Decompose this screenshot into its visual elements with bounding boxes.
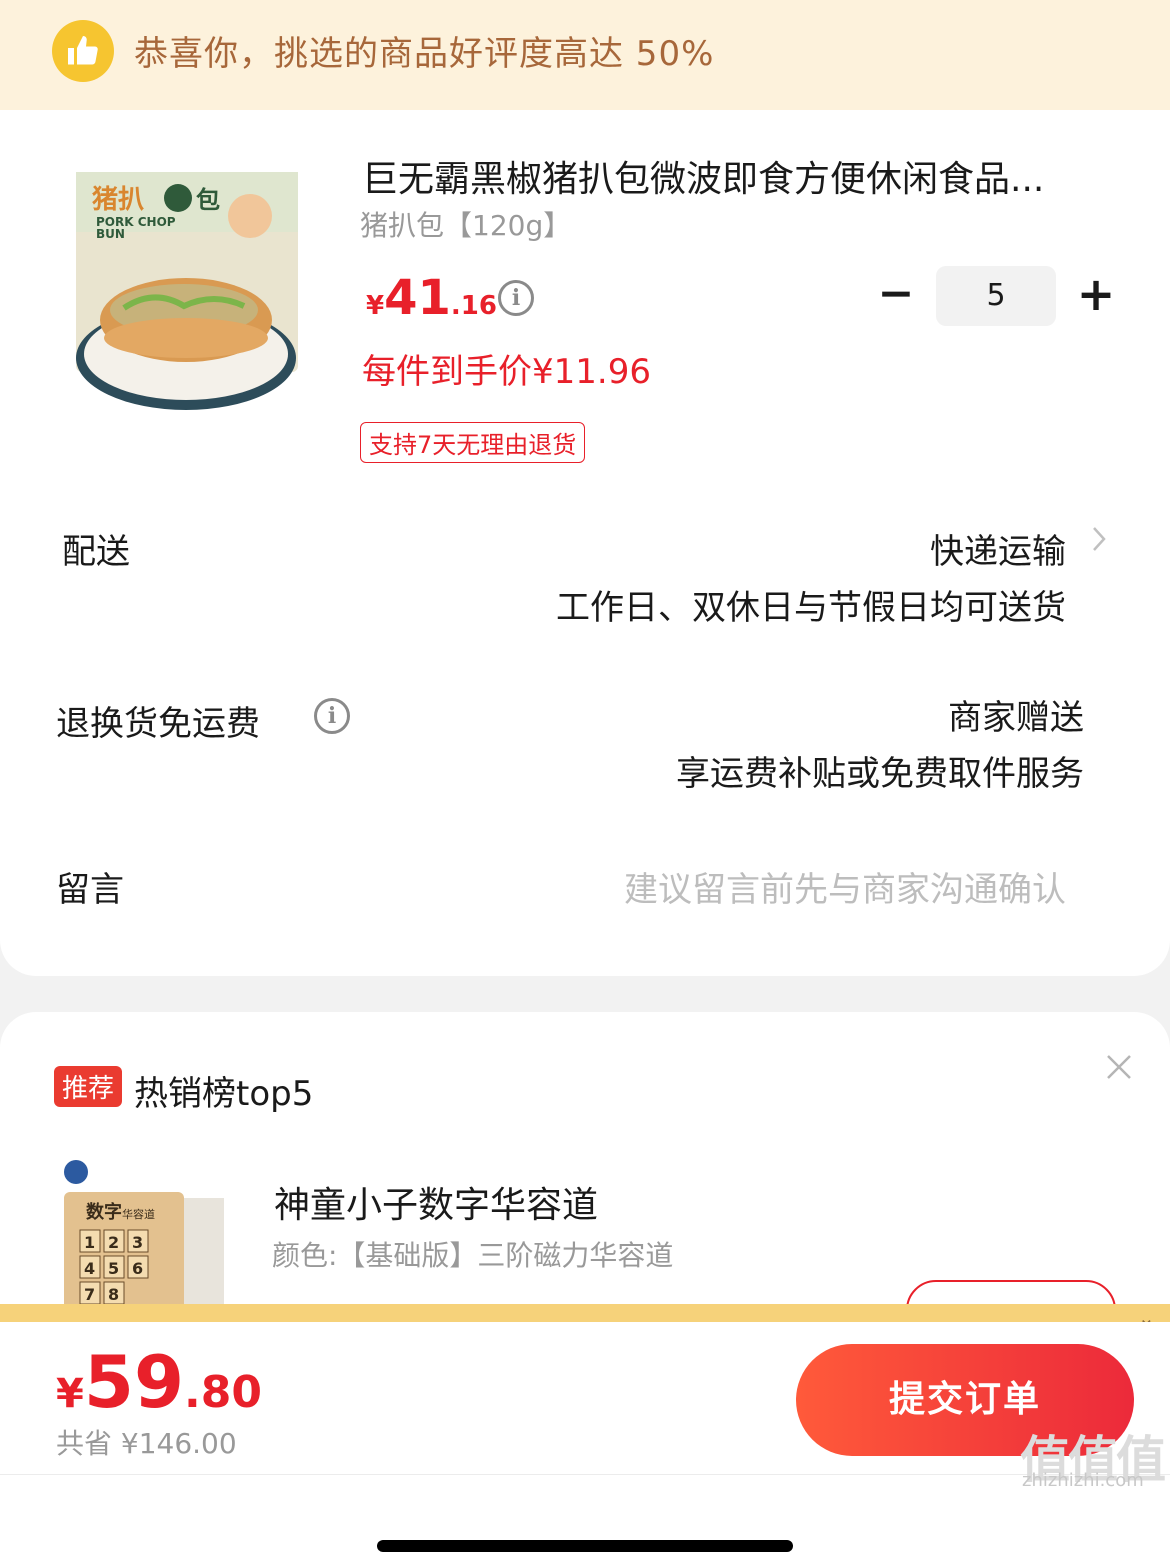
- svg-text:1: 1: [84, 1233, 95, 1252]
- svg-text:猪扒: 猪扒: [92, 185, 144, 215]
- svg-text:2: 2: [108, 1233, 119, 1252]
- svg-text:5: 5: [108, 1259, 119, 1278]
- delivery-label: 配送: [62, 532, 130, 572]
- recommend-title: 热销榜top5: [134, 1074, 314, 1114]
- watermark-text: zhizhizhi.com: [1022, 1470, 1144, 1491]
- home-indicator[interactable]: [377, 1540, 793, 1552]
- product-spec[interactable]: 猪扒包【120g】: [360, 204, 571, 244]
- divider: [0, 1474, 1170, 1475]
- banner-text: 恭喜你，挑选的商品好评度高达 50%: [134, 34, 715, 74]
- message-label: 留言: [56, 870, 124, 910]
- svg-text:BUN: BUN: [96, 227, 125, 241]
- checkout-bar: ¥59.80 共省 ¥146.00 提交订单 值值值 zhizhizhi.com: [0, 1322, 1170, 1560]
- message-input[interactable]: 建议留言前先与商家沟通确认: [624, 862, 1066, 911]
- svg-text:4: 4: [84, 1259, 95, 1278]
- chevron-right-icon[interactable]: [1090, 524, 1108, 554]
- svg-text:华容道: 华容道: [122, 1207, 155, 1221]
- total-integer: 59: [83, 1340, 185, 1424]
- svg-text:8: 8: [108, 1285, 119, 1304]
- thumbs-up-icon: [52, 20, 114, 82]
- quantity-decrease-button[interactable]: −: [876, 272, 916, 320]
- recommend-item-spec: 颜色:【基础版】三阶磁力华容道: [272, 1239, 674, 1272]
- return-shipping-value: 商家赠送: [948, 698, 1084, 738]
- total-price: ¥59.80: [56, 1340, 262, 1424]
- return-shipping-detail: 享运费补贴或免费取件服务: [676, 754, 1084, 794]
- svg-text:6: 6: [132, 1259, 143, 1278]
- delivery-method[interactable]: 快递运输: [930, 524, 1066, 573]
- saved-amount: 共省 ¥146.00: [56, 1427, 237, 1460]
- total-decimal: .80: [184, 1367, 262, 1418]
- unit-price: 每件到手价¥11.96: [362, 352, 651, 392]
- price-currency: ¥: [366, 291, 385, 321]
- recommendation-card: 推荐 热销榜top5 数字 华容道 1 2 3 4 5 6 7 8 神童小子数字…: [0, 1012, 1170, 1340]
- return-policy-tag: 支持7天无理由退货: [360, 422, 586, 463]
- return-shipping-label: 退换货免运费: [56, 704, 260, 744]
- quantity-increase-button[interactable]: +: [1074, 271, 1118, 320]
- recommend-tag: 推荐: [54, 1066, 123, 1107]
- svg-text:3: 3: [132, 1233, 143, 1252]
- recommend-item-name[interactable]: 神童小子数字华容道: [274, 1176, 598, 1228]
- total-currency: ¥: [56, 1371, 84, 1417]
- product-price: ¥41.16: [366, 270, 497, 326]
- svg-text:数字: 数字: [86, 1201, 122, 1223]
- price-info-icon[interactable]: i: [498, 280, 534, 316]
- svg-text:包: 包: [196, 186, 220, 214]
- return-shipping-info-icon[interactable]: i: [314, 698, 350, 734]
- quantity-value[interactable]: 5: [936, 266, 1056, 326]
- praise-banner: 恭喜你，挑选的商品好评度高达 50%: [0, 0, 1170, 110]
- close-icon[interactable]: [1104, 1052, 1134, 1082]
- svg-text:7: 7: [84, 1285, 95, 1304]
- product-title[interactable]: 巨无霸黑椒猪扒包微波即食方便休闲食品...: [362, 150, 1122, 202]
- recommend-item-image[interactable]: 数字 华容道 1 2 3 4 5 6 7 8: [62, 1158, 226, 1318]
- price-decimal: .16: [450, 291, 497, 321]
- price-integer: 41: [384, 270, 451, 326]
- order-item-card: 猪扒 包 PORK CHOP BUN 巨无霸黑椒猪扒包微波即食方便休闲食品...…: [0, 110, 1170, 976]
- product-image[interactable]: 猪扒 包 PORK CHOP BUN: [74, 168, 302, 414]
- delivery-detail: 工作日、双休日与节假日均可送货: [556, 588, 1066, 628]
